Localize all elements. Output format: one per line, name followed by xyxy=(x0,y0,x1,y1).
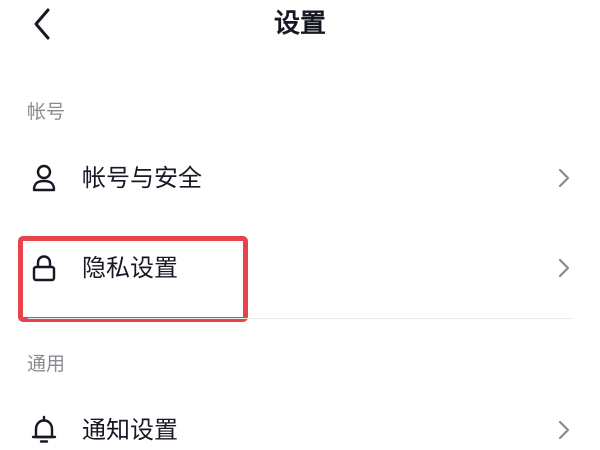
settings-item-notifications[interactable]: 通知设置 xyxy=(0,400,600,450)
settings-item-label: 帐号与安全 xyxy=(82,164,202,192)
user-icon xyxy=(28,162,60,194)
settings-screen: 设置 帐号 帐号与安全 隐私设置 通用 通知设置 xyxy=(0,0,600,450)
chevron-right-icon xyxy=(556,256,572,280)
section-label-general: 通用 xyxy=(27,353,66,375)
settings-item-privacy[interactable]: 隐私设置 xyxy=(0,238,600,298)
bell-icon xyxy=(28,414,60,446)
settings-item-label: 隐私设置 xyxy=(82,254,178,282)
chevron-right-icon xyxy=(556,166,572,190)
section-divider xyxy=(28,318,573,319)
page-title: 设置 xyxy=(273,9,326,39)
lock-icon xyxy=(28,252,60,284)
settings-item-label: 通知设置 xyxy=(82,416,178,444)
section-label-account: 帐号 xyxy=(27,101,66,123)
header: 设置 xyxy=(0,0,600,56)
settings-item-account-security[interactable]: 帐号与安全 xyxy=(0,148,600,208)
chevron-right-icon xyxy=(556,418,572,442)
